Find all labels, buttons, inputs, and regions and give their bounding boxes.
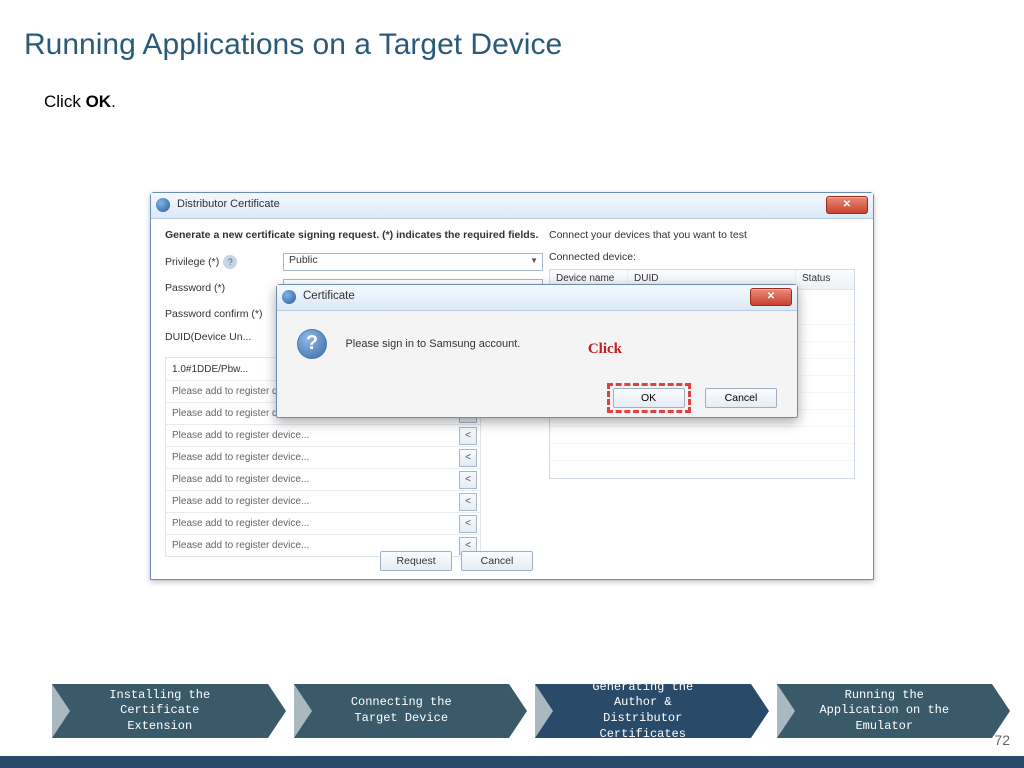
step-generating: Generating the Author & Distributor Cert… <box>535 684 751 738</box>
ok-highlight: OK <box>607 383 691 413</box>
password-label: Password (*) <box>165 282 283 294</box>
list-item: Please add to register device...< <box>166 446 480 468</box>
instruction-prefix: Click <box>44 92 86 111</box>
help-icon[interactable]: ? <box>223 255 237 269</box>
privilege-select[interactable]: Public <box>283 253 543 271</box>
window-icon <box>156 198 170 212</box>
request-button[interactable]: Request <box>380 551 452 571</box>
cell-status <box>796 290 854 308</box>
certificate-modal: Certificate ✕ Please sign in to Samsung … <box>276 284 798 418</box>
arrow-left-icon[interactable]: < <box>459 449 477 467</box>
password-confirm-label: Password confirm (*) <box>165 308 283 320</box>
arrow-left-icon[interactable]: < <box>459 515 477 533</box>
modal-message: Please sign in to Samsung account. <box>345 338 520 350</box>
bottom-buttons: Request Cancel <box>374 551 533 571</box>
window-icon <box>282 290 296 304</box>
privilege-row: Privilege (*)? Public <box>165 251 543 273</box>
list-item: Please add to register device...< <box>166 490 480 512</box>
click-annotation: Click <box>588 341 622 358</box>
modal-body: Please sign in to Samsung account. Click… <box>277 311 797 431</box>
slide-title: Running Applications on a Target Device <box>0 0 1024 62</box>
connect-heading: Connect your devices that you want to te… <box>549 229 859 241</box>
close-icon[interactable]: ✕ <box>826 196 868 214</box>
generate-heading: Generate a new certificate signing reque… <box>165 229 543 241</box>
parent-titlebar: Distributor Certificate ✕ <box>151 193 873 219</box>
modal-title-text: Certificate <box>303 290 355 302</box>
close-icon[interactable]: ✕ <box>750 288 792 306</box>
list-item: Please add to register device...< <box>166 512 480 534</box>
parent-title-text: Distributor Certificate <box>177 198 280 210</box>
modal-titlebar: Certificate ✕ <box>277 285 797 311</box>
screenshot-area: Distributor Certificate ✕ Generate a new… <box>150 192 874 580</box>
instruction-bold: OK <box>86 92 112 111</box>
step-connecting: Connecting the Target Device <box>294 684 510 738</box>
question-icon <box>297 329 327 359</box>
instruction-line: Click OK. <box>0 62 1024 112</box>
cancel-button[interactable]: Cancel <box>705 388 777 408</box>
instruction-suffix: . <box>111 92 116 111</box>
modal-buttons: OK Cancel <box>297 383 777 413</box>
footer-bar <box>0 756 1024 768</box>
step-installing: Installing the Certificate Extension <box>52 684 268 738</box>
step-running: Running the Application on the Emulator <box>777 684 993 738</box>
arrow-left-icon[interactable]: < <box>459 493 477 511</box>
arrow-left-icon[interactable]: < <box>459 471 477 489</box>
cancel-button[interactable]: Cancel <box>461 551 533 571</box>
connected-label: Connected device: <box>549 251 859 263</box>
privilege-label: Privilege (*)? <box>165 255 283 269</box>
col-status: Status <box>796 270 854 289</box>
ok-button[interactable]: OK <box>613 388 685 408</box>
list-item: Please add to register device...< <box>166 468 480 490</box>
progress-steps: Installing the Certificate Extension Con… <box>52 684 992 738</box>
